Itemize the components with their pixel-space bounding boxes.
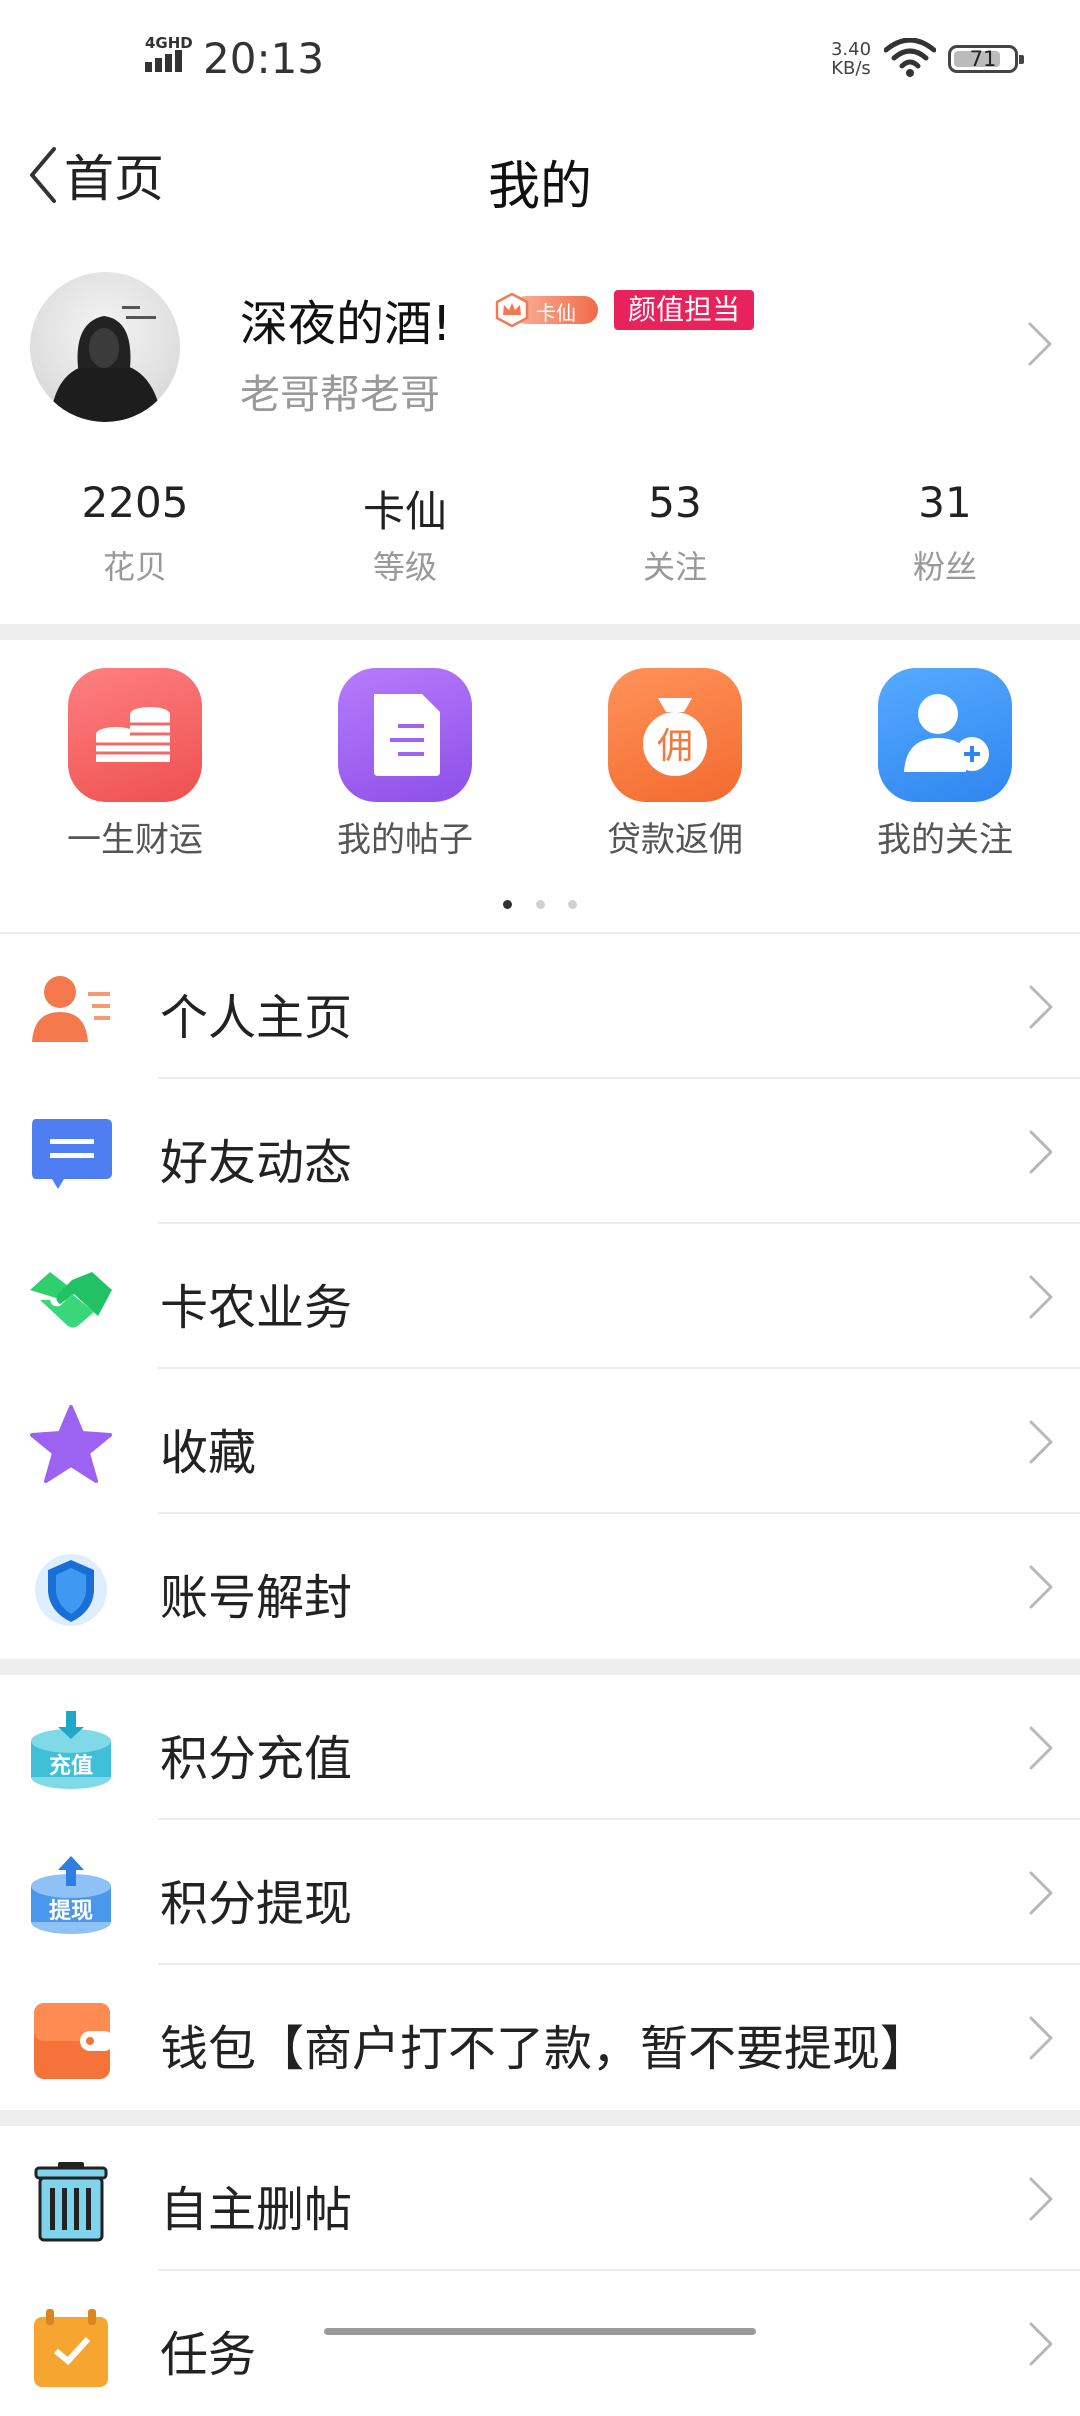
level-badge-label: 卡仙	[536, 301, 576, 325]
stat-followers[interactable]: 31 粉丝	[810, 478, 1080, 588]
post-icon	[338, 668, 472, 802]
stat-level[interactable]: 卡仙 等级	[270, 478, 540, 588]
handshake-icon	[30, 1272, 112, 1328]
chat-bubble-icon	[32, 1119, 112, 1189]
stat-label: 等级	[372, 548, 437, 586]
star-icon	[30, 1405, 112, 1483]
network-speed: 3.40 KB/s	[826, 40, 876, 78]
stat-label: 关注	[642, 548, 707, 586]
stat-value: 31	[918, 478, 972, 527]
menu-item-self-delete-post[interactable]: 自主删帖	[0, 2126, 1080, 2271]
menu-item-points-recharge[interactable]: 充值 积分充值	[0, 1675, 1080, 1820]
shortcut-commission[interactable]: 佣 贷款返佣	[540, 668, 810, 861]
status-bar: 4GHD 20:13 3.40 KB/s 71	[0, 0, 1080, 120]
recharge-icon-text: 充值	[49, 1753, 93, 1779]
chevron-right-icon	[1029, 1565, 1053, 1609]
shortcut-label: 贷款返佣	[607, 820, 743, 860]
chevron-right-icon	[1029, 2177, 1053, 2221]
menu-label: 个人主页	[160, 990, 353, 1046]
section-divider	[0, 2110, 1080, 2126]
speed-unit: KB/s	[831, 58, 871, 79]
shortcut-label: 我的帖子	[337, 820, 473, 860]
profile-header[interactable]: 深夜的酒! 卡仙 颜值担当 老哥帮老哥	[0, 260, 1080, 430]
chevron-right-icon	[1029, 1420, 1053, 1464]
nickname: 深夜的酒!	[240, 296, 452, 352]
stat-following[interactable]: 53 关注	[540, 478, 810, 588]
menu-label: 积分充值	[160, 1731, 353, 1787]
shortcut-label: 我的关注	[877, 820, 1013, 860]
menu-label: 自主删帖	[160, 2182, 353, 2238]
menu-item-points-withdraw[interactable]: 提现 积分提现	[0, 1820, 1080, 1965]
chevron-right-icon	[1029, 985, 1053, 1029]
stat-value: 2205	[81, 478, 189, 527]
calendar-icon	[34, 2309, 108, 2387]
menu-item-friend-feed[interactable]: 好友动态	[0, 1079, 1080, 1224]
menu-label: 账号解封	[160, 1570, 353, 1626]
avatar[interactable]	[30, 272, 180, 422]
network-type: 4GHD	[145, 34, 193, 52]
home-indicator[interactable]	[324, 2328, 756, 2335]
shortcut-my-posts[interactable]: 我的帖子	[270, 668, 540, 861]
stat-huabei[interactable]: 2205 花贝	[0, 478, 270, 588]
crown-icon	[495, 292, 529, 328]
trash-icon	[34, 2162, 108, 2242]
user-add-icon	[878, 668, 1012, 802]
battery-level: 71	[969, 47, 997, 71]
page-dot	[567, 900, 577, 909]
menu-label: 好友动态	[160, 1135, 353, 1191]
menu-item-kanong-business[interactable]: 卡农业务	[0, 1224, 1080, 1369]
nav-bar: 首页 我的	[0, 120, 1080, 230]
stat-value: 53	[648, 478, 702, 527]
stat-label: 花贝	[102, 548, 167, 586]
chevron-right-icon	[1029, 1726, 1053, 1770]
menu-item-wallet[interactable]: 钱包【商户打不了款，暂不要提现】	[0, 1965, 1080, 2110]
page-title: 我的	[487, 157, 592, 217]
shortcut-my-following[interactable]: 我的关注	[810, 668, 1080, 861]
menu-item-tasks[interactable]: 任务	[0, 2271, 1080, 2416]
shield-icon	[35, 1554, 107, 1626]
chevron-right-icon	[1029, 2016, 1053, 2060]
menu-label: 收藏	[160, 1425, 257, 1481]
svg-text:佣: 佣	[657, 726, 693, 767]
chevron-right-icon	[1029, 1130, 1053, 1174]
battery-icon: 71	[948, 45, 1024, 73]
chevron-right-icon	[1028, 322, 1052, 366]
section-divider	[0, 624, 1080, 640]
menu-label: 卡农业务	[160, 1280, 353, 1336]
stat-label: 粉丝	[912, 548, 977, 586]
money-bag-icon: 佣	[608, 668, 742, 802]
chevron-right-icon	[1029, 1871, 1053, 1915]
coins-icon	[68, 668, 202, 802]
shortcut-fortune[interactable]: 一生财运	[0, 668, 270, 861]
section-divider	[0, 1659, 1080, 1675]
withdraw-icon-text: 提现	[49, 1898, 93, 1924]
stats-row: 2205 花贝 卡仙 等级 53 关注 31 粉丝	[0, 478, 1080, 598]
wifi-icon	[884, 38, 936, 77]
menu-item-account-unblock[interactable]: 账号解封	[0, 1514, 1080, 1659]
chevron-right-icon	[1029, 1275, 1053, 1319]
menu-label: 钱包【商户打不了款，暂不要提现】	[160, 2021, 929, 2077]
shortcut-grid: 一生财运 我的帖子 佣 贷款返佣 我的关注	[0, 654, 1080, 934]
clock: 20:13	[203, 34, 325, 83]
menu-item-personal-home[interactable]: 个人主页	[0, 934, 1080, 1079]
level-badge: 卡仙	[494, 292, 600, 328]
page-dot	[535, 900, 545, 909]
recharge-icon: 充值	[31, 1711, 111, 1789]
wallet-icon	[34, 2003, 114, 2079]
page-dot-active	[503, 900, 513, 909]
menu-label: 任务	[160, 2327, 257, 2383]
shortcut-label: 一生财运	[67, 820, 203, 860]
withdraw-icon: 提现	[31, 1856, 111, 1934]
speed-value: 3.40	[830, 39, 872, 60]
signal-icon: 4GHD	[145, 34, 193, 76]
signature: 老哥帮老哥	[240, 372, 440, 418]
menu-item-favorites[interactable]: 收藏	[0, 1369, 1080, 1514]
stat-value: 卡仙	[362, 487, 447, 536]
profile-card-icon	[32, 976, 110, 1042]
chevron-right-icon	[1029, 2322, 1053, 2366]
tag-badge: 颜值担当	[614, 290, 755, 330]
page-indicator	[0, 894, 1080, 913]
menu-label: 积分提现	[160, 1876, 353, 1932]
